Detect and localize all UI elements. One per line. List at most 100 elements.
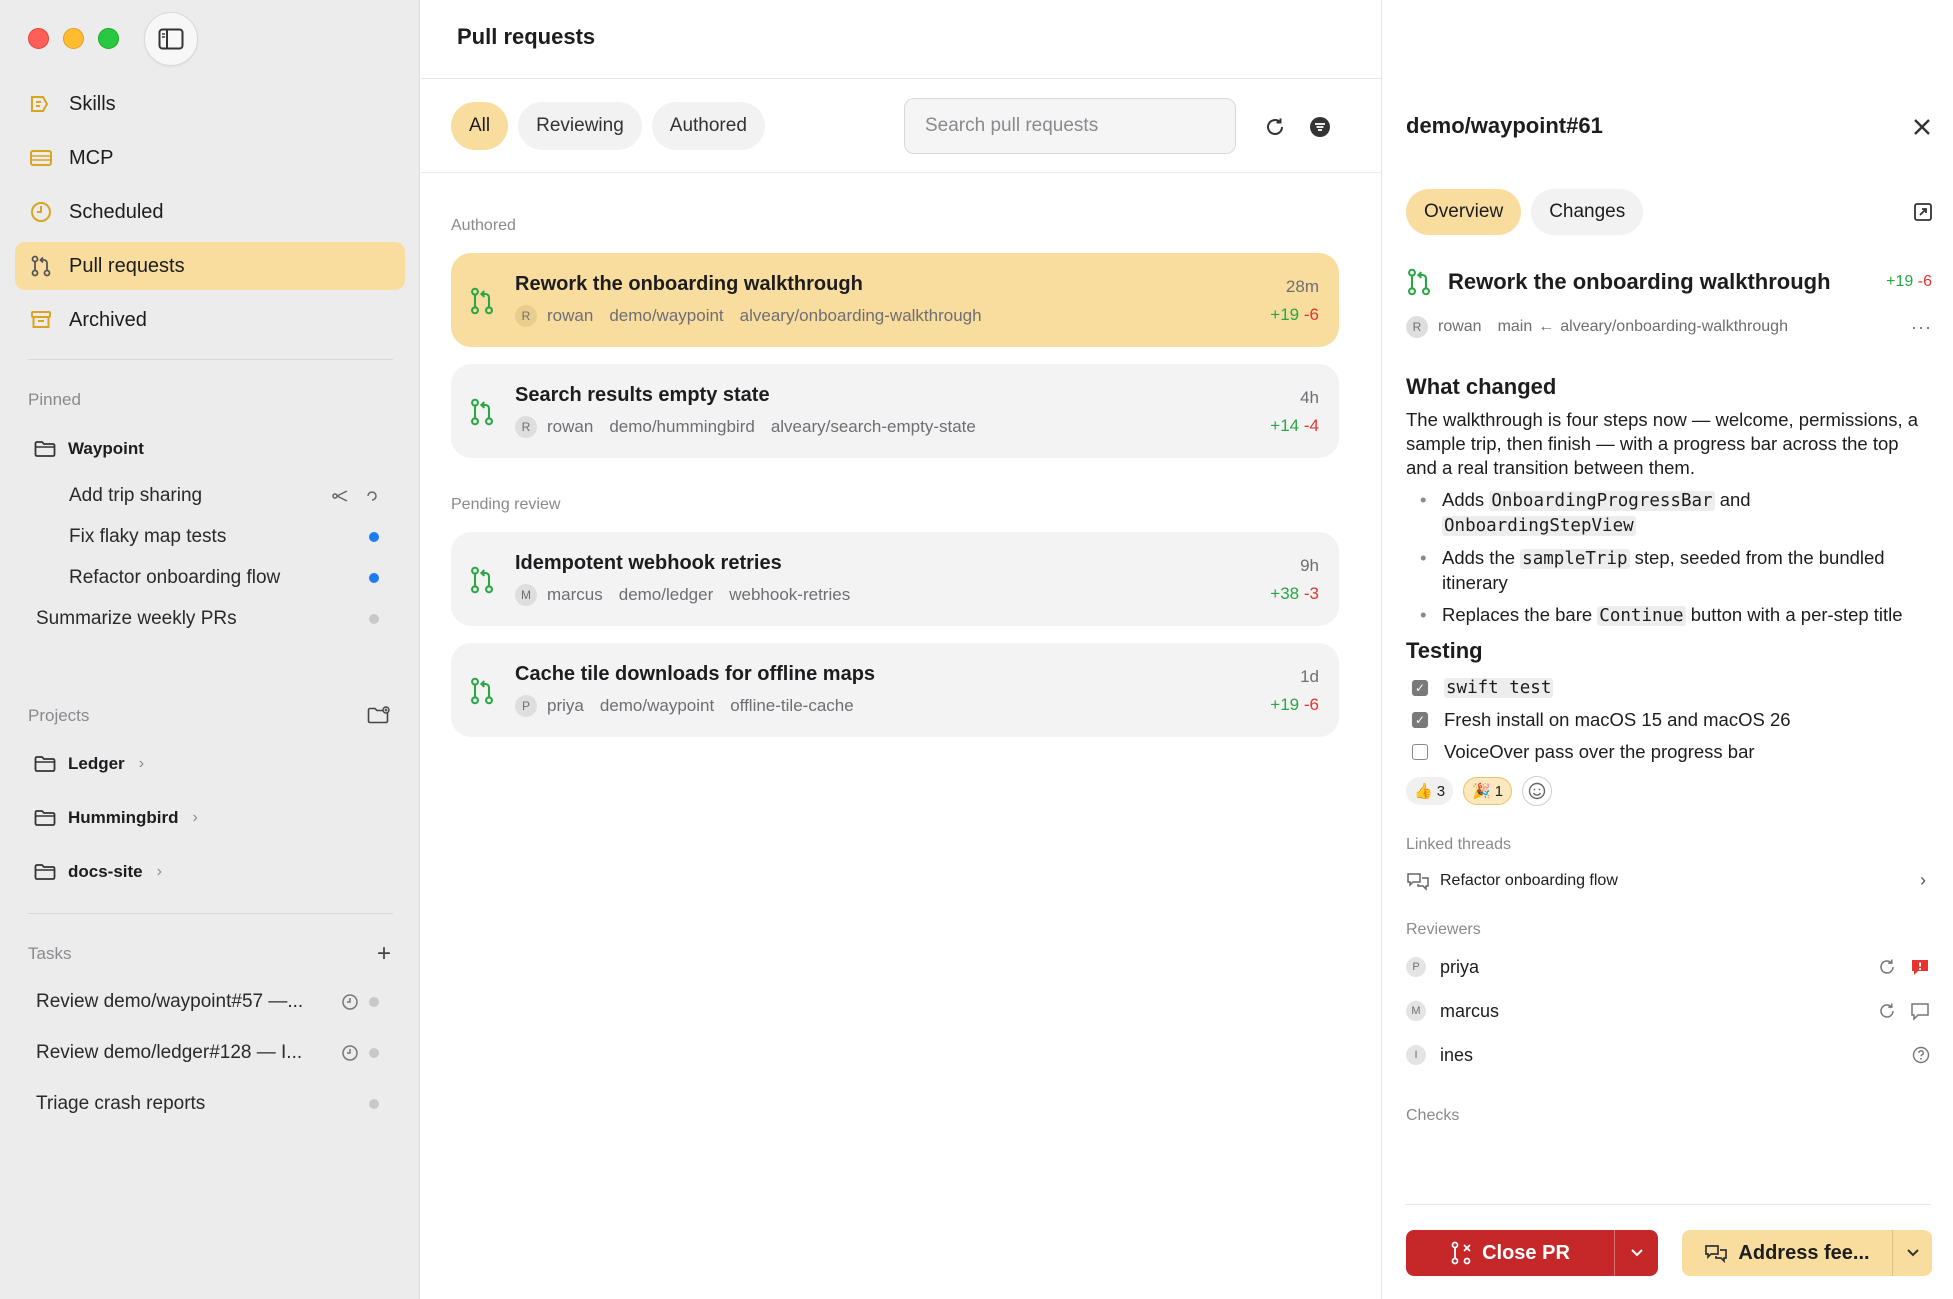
pull-request-icon <box>1408 268 1430 296</box>
checklist-item[interactable]: VoiceOver pass over the progress bar <box>1406 736 1930 768</box>
sidebar-item-archived[interactable]: Archived <box>15 296 405 344</box>
linked-threads-label: Linked threads <box>1406 836 1511 853</box>
detail-tabs: Overview Changes <box>1406 189 1644 235</box>
task-review-waypoint-57[interactable]: Review demo/waypoint#57 —... <box>28 980 393 1024</box>
project-hummingbird[interactable]: Hummingbird › <box>28 798 393 838</box>
pull-requests-pane: Pull requests All Reviewing Authored Sea… <box>421 0 1953 1299</box>
pr-detail-pane: demo/waypoint#61 Overview Changes Rework… <box>1381 0 1953 1299</box>
linked-thread-row[interactable]: Refactor onboarding flow › <box>1406 870 1930 891</box>
reaction-count: 1 <box>1494 782 1504 800</box>
close-pr-icon <box>1451 1241 1471 1265</box>
task-label: Triage crash reports <box>36 1093 206 1114</box>
pr-row[interactable]: Idempotent webhook retries M marcus demo… <box>451 532 1339 626</box>
checkbox-checked-icon[interactable]: ✓ <box>1412 712 1428 728</box>
project-label: docs-site <box>68 862 143 881</box>
checkbox-checked-icon[interactable]: ✓ <box>1412 680 1428 696</box>
ellipsis-icon: ··· <box>1911 316 1932 337</box>
add-task-button[interactable]: + <box>377 940 391 968</box>
close-detail-button[interactable] <box>1913 112 1931 143</box>
pr-title: Rework the onboarding walkthrough <box>515 273 863 295</box>
page-title: Pull requests <box>457 24 596 49</box>
re-request-icon[interactable] <box>1878 1002 1896 1020</box>
list-item: Adds the sampleTrip step, seeded from th… <box>1420 546 1930 595</box>
projects-section-label: Projects <box>28 706 90 725</box>
reaction-party[interactable]: 🎉 1 <box>1463 777 1513 805</box>
plus-icon: + <box>376 940 391 967</box>
re-request-icon[interactable] <box>1878 958 1896 976</box>
address-feedback-main[interactable]: Address fee... <box>1682 1242 1892 1265</box>
thread-summarize-weekly-prs[interactable]: Summarize weekly PRs <box>28 597 393 641</box>
address-feedback-button[interactable]: Address fee... <box>1682 1230 1932 1276</box>
pr-time: 1d <box>1300 667 1319 686</box>
refresh-icon <box>1267 118 1283 135</box>
thread-label: Refactor onboarding flow <box>69 567 281 588</box>
pr-title: Rework the onboarding walkthrough <box>1448 269 1831 294</box>
what-changed-heading: What changed <box>1406 374 1557 399</box>
reviewer-row[interactable]: P priya <box>1406 945 1930 989</box>
mcp-icon <box>29 146 53 170</box>
sidebar-item-mcp[interactable]: MCP <box>15 134 405 182</box>
thread-fix-flaky-map-tests[interactable]: Fix flaky map tests <box>28 515 393 559</box>
close-window-button[interactable] <box>28 28 49 49</box>
list-item: Replaces the bare Continue button with a… <box>1420 603 1930 628</box>
filter-all[interactable]: All <box>451 102 509 150</box>
close-pr-menu-button[interactable] <box>1614 1230 1658 1276</box>
lines-added: +19 <box>1886 273 1914 290</box>
open-external-icon <box>1914 203 1932 221</box>
task-review-ledger-128[interactable]: Review demo/ledger#128 — I... <box>28 1031 393 1075</box>
checklist-item[interactable]: ✓ Fresh install on macOS 15 and macOS 26 <box>1406 704 1930 736</box>
pr-diffstat: +14 -4 <box>1270 416 1319 436</box>
project-docs-site[interactable]: docs-site › <box>28 852 393 892</box>
thread-add-trip-sharing[interactable]: Add trip sharing <box>28 474 393 518</box>
address-feedback-menu-button[interactable] <box>1892 1230 1932 1276</box>
close-pr-button[interactable]: Close PR <box>1406 1230 1658 1276</box>
question-icon <box>1912 1046 1930 1064</box>
filter-menu-button[interactable] <box>1307 114 1333 140</box>
more-options-button[interactable]: ··· <box>1911 317 1932 338</box>
task-triage-crash-reports[interactable]: Triage crash reports <box>28 1082 393 1126</box>
tab-changes[interactable]: Changes <box>1531 189 1644 235</box>
lines-removed: -6 <box>1917 273 1932 290</box>
folder-icon <box>34 810 56 826</box>
tasks-section-label: Tasks <box>28 944 72 963</box>
open-external-button[interactable] <box>1913 202 1933 227</box>
new-project-button[interactable] <box>367 706 391 726</box>
checklist-label: swift test <box>1444 678 1554 698</box>
reviewer-row[interactable]: I ines <box>1406 1033 1930 1077</box>
reaction-thumbs-up[interactable]: 👍 3 <box>1406 777 1454 805</box>
sidebar: Skills MCP Scheduled Pull requests Archi… <box>0 0 420 1299</box>
pr-diffstat: +19 -6 <box>1886 273 1932 291</box>
thread-refactor-onboarding-flow[interactable]: Refactor onboarding flow <box>28 556 393 600</box>
refresh-button[interactable] <box>1262 114 1288 140</box>
thread-label: Fix flaky map tests <box>69 526 227 547</box>
filter-authored[interactable]: Authored <box>651 102 765 150</box>
address-feedback-label: Address fee... <box>1738 1241 1870 1264</box>
add-reaction-button[interactable] <box>1522 776 1553 806</box>
sidebar-item-skills[interactable]: Skills <box>15 80 405 128</box>
filter-reviewing[interactable]: Reviewing <box>518 102 642 150</box>
changes-requested-icon <box>1912 960 1928 975</box>
testing-heading: Testing <box>1406 638 1483 663</box>
sidebar-item-pull-requests[interactable]: Pull requests <box>15 242 405 290</box>
pr-branch: alveary/search-empty-state <box>770 417 976 436</box>
pinned-folder-waypoint[interactable]: Waypoint <box>28 429 393 469</box>
checklist-item[interactable]: ✓ swift test <box>1406 672 1930 704</box>
reviewer-name: ines <box>1440 1044 1474 1065</box>
pr-row[interactable]: Rework the onboarding walkthrough R rowa… <box>451 253 1339 347</box>
sidebar-nav: Skills MCP Scheduled Pull requests Archi… <box>15 80 405 350</box>
pr-repo: demo/ledger <box>618 585 714 604</box>
sidebar-toggle-button[interactable] <box>144 12 198 66</box>
avatar: P <box>515 695 537 717</box>
sidebar-item-label: Pull requests <box>69 254 185 277</box>
close-pr-main[interactable]: Close PR <box>1406 1241 1614 1265</box>
tab-overview[interactable]: Overview <box>1406 189 1522 235</box>
pr-row[interactable]: Cache tile downloads for offline maps P … <box>451 643 1339 737</box>
sidebar-item-scheduled[interactable]: Scheduled <box>15 188 405 236</box>
zoom-window-button[interactable] <box>98 28 119 49</box>
project-ledger[interactable]: Ledger › <box>28 744 393 784</box>
minimize-window-button[interactable] <box>63 28 84 49</box>
pr-row[interactable]: Search results empty state R rowan demo/… <box>451 364 1339 458</box>
checkbox-unchecked-icon[interactable] <box>1412 744 1428 760</box>
reviewer-row[interactable]: M marcus <box>1406 989 1930 1033</box>
search-input[interactable]: Search pull requests <box>904 98 1236 154</box>
